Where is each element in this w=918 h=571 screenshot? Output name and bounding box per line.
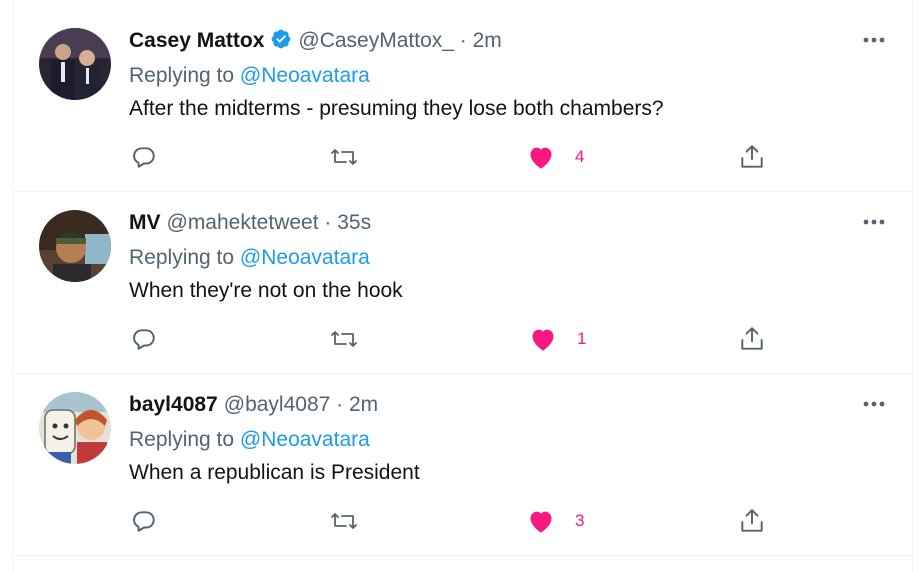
user-handle[interactable]: @bayl4087 bbox=[224, 393, 331, 416]
avatar-cartoon-icon bbox=[39, 392, 111, 464]
reply-button[interactable] bbox=[131, 505, 157, 537]
like-button[interactable]: 3 bbox=[527, 505, 584, 537]
avatar[interactable] bbox=[39, 210, 111, 282]
reply-button[interactable] bbox=[131, 141, 157, 173]
avatar[interactable] bbox=[39, 28, 111, 100]
heart-filled-icon bbox=[532, 329, 554, 351]
retweet-icon bbox=[331, 513, 357, 529]
verified-badge-icon bbox=[270, 28, 292, 57]
share-button[interactable] bbox=[739, 505, 765, 537]
tweet-text: After the midterms - presuming they lose… bbox=[129, 97, 664, 120]
avatar[interactable] bbox=[39, 392, 111, 464]
share-button[interactable] bbox=[739, 323, 765, 355]
retweet-button[interactable] bbox=[330, 505, 358, 537]
reply-icon bbox=[133, 329, 155, 350]
display-name[interactable]: MV bbox=[129, 211, 161, 234]
like-count: 3 bbox=[575, 511, 585, 530]
display-name[interactable]: bayl4087 bbox=[129, 393, 218, 416]
reply-feed: Casey Mattox @CaseyMattox_ · 2m Replying … bbox=[0, 0, 918, 571]
more-options-icon[interactable] bbox=[862, 214, 886, 225]
tweet-header: Casey Mattox @CaseyMattox_ · 2m bbox=[129, 28, 502, 57]
user-handle[interactable]: @CaseyMattox_ bbox=[298, 29, 454, 52]
replying-to-mention[interactable]: @Neoavatara bbox=[240, 64, 370, 87]
share-icon bbox=[741, 509, 763, 532]
timestamp[interactable]: · 2m bbox=[460, 29, 502, 52]
replying-to-line: Replying to @Neoavatara bbox=[129, 427, 370, 453]
heart-filled-icon bbox=[530, 511, 552, 533]
replying-to-mention[interactable]: @Neoavatara bbox=[240, 428, 370, 451]
retweet-button[interactable] bbox=[330, 323, 358, 355]
display-name[interactable]: Casey Mattox bbox=[129, 29, 264, 52]
tweet-casey-mattox[interactable]: Casey Mattox @CaseyMattox_ · 2m Replying … bbox=[13, 10, 912, 192]
replying-to-label: Replying to bbox=[129, 64, 235, 87]
user-handle[interactable]: @mahektetweet bbox=[167, 211, 319, 234]
like-button[interactable]: 4 bbox=[527, 141, 584, 173]
tweet-text: When a republican is President bbox=[129, 461, 420, 484]
tweet-bayl4087[interactable]: bayl4087 @bayl4087 · 2m Replying to @Neoa… bbox=[13, 374, 912, 556]
replying-to-mention[interactable]: @Neoavatara bbox=[240, 246, 370, 269]
replying-to-label: Replying to bbox=[129, 246, 235, 269]
share-icon bbox=[741, 327, 763, 350]
tweet-header: bayl4087 @bayl4087 · 2m bbox=[129, 392, 378, 418]
like-count: 1 bbox=[577, 329, 587, 348]
like-button[interactable]: 1 bbox=[529, 323, 586, 355]
reply-icon bbox=[133, 147, 155, 168]
replying-to-line: Replying to @Neoavatara bbox=[129, 245, 370, 271]
avatar-photo-icon bbox=[39, 210, 111, 282]
feed-right-border bbox=[912, 0, 913, 571]
like-count: 4 bbox=[575, 147, 585, 166]
heart-filled-icon bbox=[530, 147, 552, 169]
tweet-mv[interactable]: MV @mahektetweet · 35s Replying to @Neoav… bbox=[13, 192, 912, 374]
retweet-icon bbox=[331, 149, 357, 165]
timestamp[interactable]: · 2m bbox=[336, 393, 378, 416]
tweet-header: MV @mahektetweet · 35s bbox=[129, 210, 371, 236]
more-options-icon[interactable] bbox=[862, 396, 886, 407]
replying-to-line: Replying to @Neoavatara bbox=[129, 63, 370, 89]
reply-icon bbox=[133, 511, 155, 532]
share-icon bbox=[741, 145, 763, 168]
reply-button[interactable] bbox=[131, 323, 157, 355]
more-options-icon[interactable] bbox=[862, 32, 886, 43]
share-button[interactable] bbox=[739, 141, 765, 173]
tweet-text: When they're not on the hook bbox=[129, 279, 403, 302]
timestamp[interactable]: · 35s bbox=[324, 211, 371, 234]
replying-to-label: Replying to bbox=[129, 428, 235, 451]
retweet-icon bbox=[331, 331, 357, 347]
retweet-button[interactable] bbox=[330, 141, 358, 173]
avatar-photo-icon bbox=[39, 28, 111, 100]
